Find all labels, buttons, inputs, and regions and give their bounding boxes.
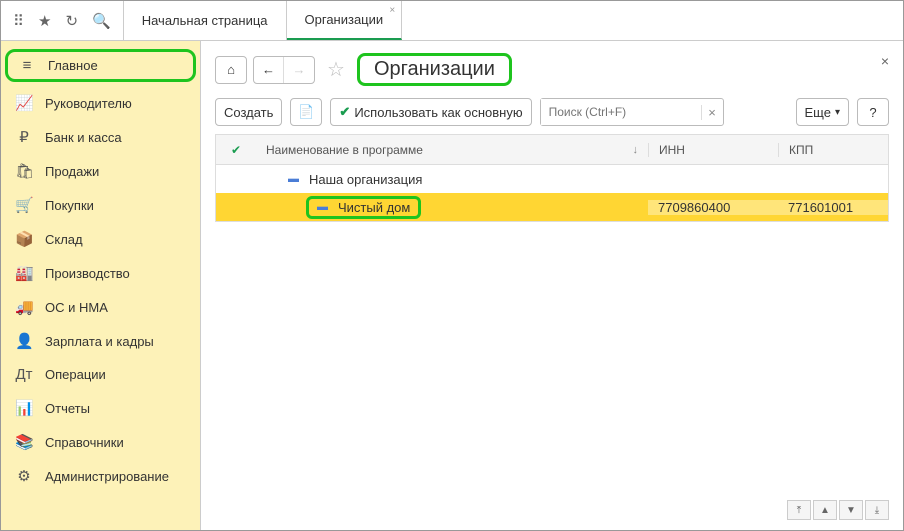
column-check[interactable]: ✔: [216, 143, 256, 157]
page-last-button[interactable]: ⤓: [865, 500, 889, 520]
sidebar-item-label: Склад: [45, 232, 83, 247]
sidebar-item-label: Операции: [45, 367, 106, 382]
back-button[interactable]: ←: [254, 57, 284, 83]
org-inn: 7709860400: [648, 200, 778, 215]
sidebar-item-label: Главное: [48, 58, 98, 73]
sidebar-item-payroll[interactable]: 👤 Зарплата и кадры: [1, 324, 200, 358]
check-icon: ✔: [339, 104, 350, 120]
column-inn[interactable]: ИНН: [648, 143, 778, 157]
ruble-icon: ₽: [15, 128, 33, 146]
tab-organizations[interactable]: Организации ×: [287, 1, 403, 40]
home-button[interactable]: ⌂: [215, 56, 247, 84]
box-icon: 📦: [15, 230, 33, 248]
sidebar-item-reports[interactable]: 📊 Отчеты: [1, 391, 200, 425]
chevron-down-icon: ▾: [835, 107, 840, 118]
sidebar-item-label: Зарплата и кадры: [45, 334, 154, 349]
page-down-button[interactable]: ▼: [839, 500, 863, 520]
column-name[interactable]: Наименование в программе ↓: [256, 143, 648, 157]
table-row[interactable]: ▬ Чистый дом 7709860400 771601001: [216, 193, 888, 221]
search-icon[interactable]: 🔍: [92, 12, 111, 30]
sidebar-item-label: Банк и касса: [45, 130, 122, 145]
sidebar-item-purchases[interactable]: 🛒 Покупки: [1, 188, 200, 222]
column-kpp[interactable]: КПП: [778, 143, 888, 157]
org-name: Наша организация: [309, 172, 422, 187]
sidebar-item-label: Администрирование: [45, 469, 169, 484]
sidebar-item-bank[interactable]: ₽ Банк и касса: [1, 120, 200, 154]
apps-icon[interactable]: ⠿: [13, 12, 24, 30]
sidebar-item-label: Продажи: [45, 164, 99, 179]
sidebar-item-label: Справочники: [45, 435, 124, 450]
sidebar-item-admin[interactable]: ⚙ Администрирование: [1, 459, 200, 493]
pager: ⤒ ▲ ▼ ⤓: [787, 500, 889, 520]
ops-icon: Дт: [15, 366, 33, 383]
org-kpp: 771601001: [778, 200, 888, 215]
search-input[interactable]: [541, 99, 701, 125]
sidebar-item-label: ОС и НМА: [45, 300, 108, 315]
more-button[interactable]: Еще ▾: [796, 98, 849, 126]
chart-icon: 📈: [15, 94, 33, 112]
sidebar-item-catalogs[interactable]: 📚 Справочники: [1, 425, 200, 459]
star-icon[interactable]: ☆: [327, 57, 345, 82]
menu-icon: ≡: [18, 57, 36, 74]
sidebar: ≡ Главное 📈 Руководителю ₽ Банк и касса …: [1, 41, 201, 530]
use-as-main-button[interactable]: ✔ Использовать как основную: [330, 98, 531, 126]
tab-close-icon[interactable]: ×: [389, 5, 395, 16]
tab-label: Начальная страница: [142, 13, 268, 28]
page-title: Организации: [357, 53, 512, 86]
page-first-button[interactable]: ⤒: [787, 500, 811, 520]
sidebar-item-sales[interactable]: 🛍 Продажи: [1, 154, 200, 188]
arrow-right-icon: →: [293, 62, 306, 77]
cart-icon: 🛒: [15, 196, 33, 214]
truck-icon: 🚚: [15, 298, 33, 316]
organizations-table: ✔ Наименование в программе ↓ ИНН КПП ▬ Н…: [215, 134, 889, 222]
table-row[interactable]: ▬ Наша организация: [216, 165, 888, 193]
gear-icon: ⚙: [15, 467, 33, 485]
sidebar-item-os-nma[interactable]: 🚚 ОС и НМА: [1, 290, 200, 324]
sidebar-item-label: Производство: [45, 266, 130, 281]
factory-icon: 🏭: [15, 264, 33, 282]
sidebar-item-production[interactable]: 🏭 Производство: [1, 256, 200, 290]
close-icon[interactable]: ×: [881, 53, 889, 69]
sidebar-item-label: Покупки: [45, 198, 94, 213]
sidebar-item-warehouse[interactable]: 📦 Склад: [1, 222, 200, 256]
sidebar-item-main[interactable]: ≡ Главное: [5, 49, 196, 82]
sidebar-item-manager[interactable]: 📈 Руководителю: [1, 86, 200, 120]
arrow-left-icon: ←: [262, 62, 275, 77]
org-name: Чистый дом: [338, 200, 410, 215]
sidebar-item-label: Руководителю: [45, 96, 132, 111]
copy-button[interactable]: 📄: [290, 98, 322, 126]
sidebar-item-label: Отчеты: [45, 401, 90, 416]
clear-search-icon[interactable]: ×: [701, 105, 723, 120]
tab-home[interactable]: Начальная страница: [124, 1, 287, 40]
history-icon[interactable]: ↻: [65, 12, 78, 30]
sidebar-item-operations[interactable]: Дт Операции: [1, 358, 200, 391]
tree-node-icon: ▬: [288, 173, 299, 185]
sort-icon: ↓: [633, 144, 639, 156]
create-button[interactable]: Создать: [215, 98, 282, 126]
copy-icon: 📄: [298, 104, 314, 120]
tab-label: Организации: [305, 12, 384, 27]
favorite-icon[interactable]: ★: [38, 12, 51, 30]
tree-node-icon: ▬: [317, 201, 328, 213]
forward-button[interactable]: →: [284, 57, 314, 83]
book-icon: 📚: [15, 433, 33, 451]
bag-icon: 🛍: [15, 162, 33, 180]
home-icon: ⌂: [227, 62, 235, 77]
reports-icon: 📊: [15, 399, 33, 417]
page-up-button[interactable]: ▲: [813, 500, 837, 520]
help-button[interactable]: ?: [857, 98, 889, 126]
person-icon: 👤: [15, 332, 33, 350]
